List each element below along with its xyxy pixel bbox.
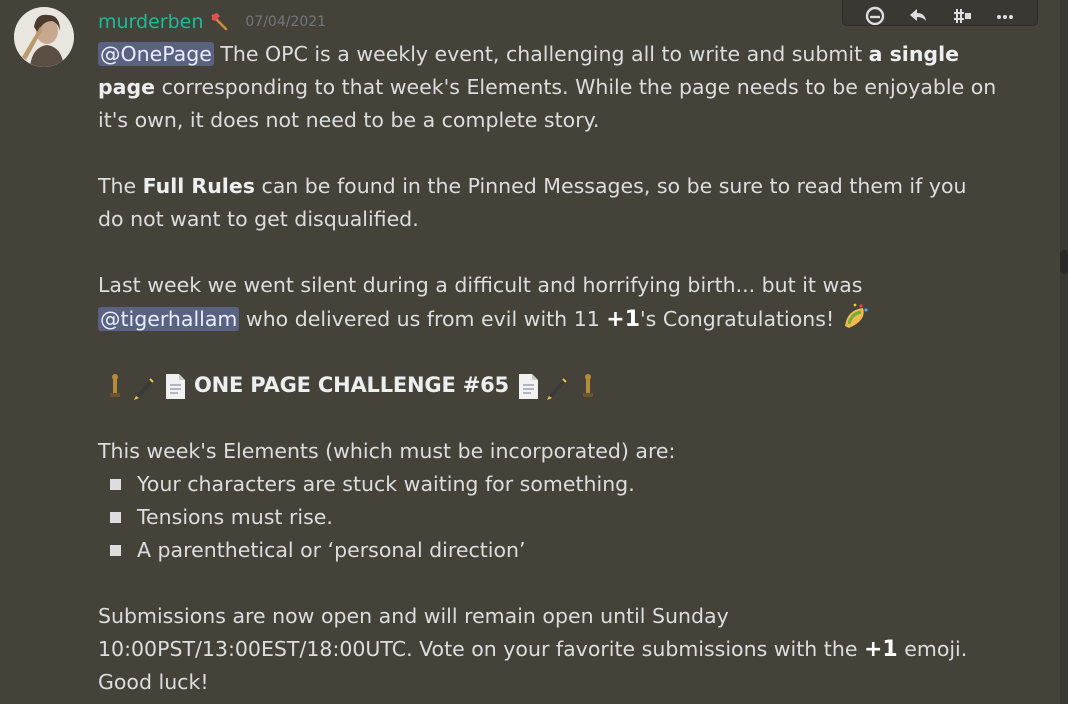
- plus-one-emoji: +1: [863, 637, 898, 662]
- text-run: who delivered us from evil with 11: [239, 307, 607, 331]
- list-item: A parenthetical or ‘personal direction’: [98, 534, 998, 567]
- chat-message: murderben 07/04/2021 @OnePage The OPC is…: [0, 0, 1068, 704]
- text-run: 's Congratulations!: [640, 307, 841, 331]
- text-run: The OPC is a weekly event, challenging a…: [213, 42, 869, 66]
- more-icon[interactable]: [991, 3, 1019, 25]
- text-run: Last week we went silent during a diffic…: [98, 273, 863, 297]
- text-run: corresponding to that week's Elements. W…: [98, 75, 997, 132]
- list-item: Your characters are stuck waiting for so…: [98, 468, 998, 501]
- scrollbar-thumb[interactable]: [1060, 250, 1068, 274]
- text-run: The: [98, 174, 143, 198]
- winner-paragraph: Last week we went silent during a diffic…: [98, 269, 998, 336]
- username[interactable]: murderben: [98, 11, 203, 33]
- avatar-image: [14, 7, 74, 67]
- message-header: murderben 07/04/2021: [98, 8, 326, 36]
- scrollbar-track[interactable]: [1060, 0, 1068, 704]
- elements-intro: This week's Elements (which must be inco…: [98, 439, 676, 463]
- bold-text: Full Rules: [142, 174, 255, 198]
- message-toolbar: [842, 0, 1038, 26]
- user-avatar[interactable]: [14, 7, 74, 67]
- add-reaction-icon[interactable]: [861, 3, 889, 25]
- pen-icon: [130, 371, 160, 401]
- elements-list: Your characters are stuck waiting for so…: [98, 468, 998, 567]
- create-thread-icon[interactable]: [948, 3, 976, 25]
- intro-paragraph: @OnePage The OPC is a weekly event, chal…: [98, 38, 998, 137]
- list-item: Tensions must rise.: [98, 501, 998, 534]
- rules-paragraph: The Full Rules can be found in the Pinne…: [98, 170, 998, 236]
- plus-one-emoji: +1: [606, 307, 641, 332]
- reply-icon[interactable]: [904, 3, 932, 25]
- challenge-title: ONE PAGE CHALLENGE #65: [194, 373, 509, 397]
- message-content: @OnePage The OPC is a weekly event, chal…: [98, 38, 998, 699]
- message-timestamp: 07/04/2021: [245, 14, 327, 30]
- challenge-heading: ONE PAGE CHALLENGE #65: [100, 369, 998, 402]
- submission-paragraph: Submissions are now open and will remain…: [98, 600, 998, 699]
- trophy-icon: [573, 371, 603, 401]
- pen-icon: [543, 371, 573, 401]
- mention-onepage[interactable]: @OnePage: [98, 42, 214, 66]
- party-taco-icon: [841, 302, 871, 332]
- mention-tigerhallam[interactable]: @tigerhallam: [98, 307, 240, 331]
- page-icon: [160, 371, 190, 401]
- text-run: Submissions are now open and will remain…: [98, 604, 864, 661]
- page-icon: [513, 371, 543, 401]
- trophy-icon: [100, 371, 130, 401]
- axe-icon: [209, 11, 231, 33]
